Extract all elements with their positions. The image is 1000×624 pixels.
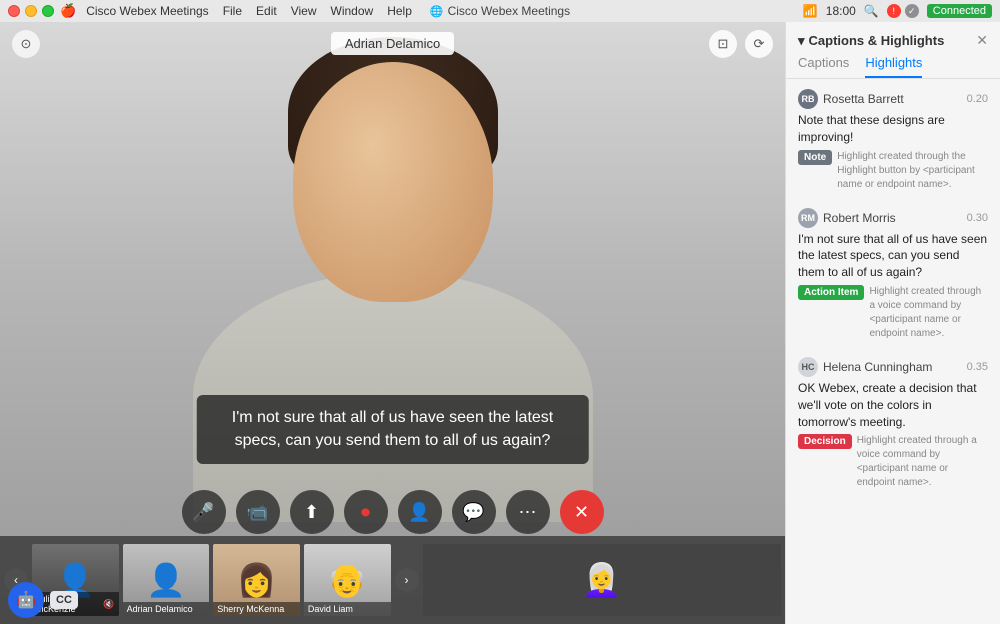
tag-row-rosetta: Note Highlight created through the Highl…: [798, 150, 988, 192]
share-button[interactable]: ⬆: [290, 490, 334, 534]
video-area: ⊙ Adrian Delamico ⊡ ⟳ I'm not sure that …: [0, 22, 785, 624]
menu-bar: Cisco Webex Meetings File Edit View Wind…: [86, 4, 412, 18]
more-button[interactable]: ⋯: [506, 490, 550, 534]
tag-row-robert: Action Item Highlight created through a …: [798, 285, 988, 341]
clock: 18:00: [826, 4, 856, 18]
desc-rosetta: Highlight created through the Highlight …: [837, 150, 988, 192]
video-toolbar-top: ⊙ Adrian Delamico ⊡ ⟳: [0, 32, 785, 55]
webex-assistant-icon[interactable]: 🤖: [8, 582, 44, 618]
desc-robert: Highlight created through a voice comman…: [869, 285, 988, 341]
closed-captions-button[interactable]: CC: [50, 591, 78, 609]
thumbnail-sherry[interactable]: 👩 Sherry McKenna: [213, 544, 300, 616]
control-icons: ! ✓: [887, 4, 919, 18]
top-right-icons: ⊡ ⟳: [709, 30, 773, 58]
title-bar: 🍎 Cisco Webex Meetings File Edit View Wi…: [0, 0, 1000, 22]
avatar-robert: RM: [798, 208, 818, 228]
quote-helena: OK Webex, create a decision that we'll v…: [798, 380, 988, 430]
sidebar: ▾ Captions & Highlights ✕ Captions Highl…: [785, 22, 1000, 624]
name-robert: Robert Morris: [823, 211, 967, 225]
main-container: ⊙ Adrian Delamico ⊡ ⟳ I'm not sure that …: [0, 22, 1000, 624]
name-rosetta: Rosetta Barrett: [823, 92, 967, 106]
entry-header-robert: RM Robert Morris 0.30: [798, 208, 988, 228]
apple-icon: 🍎: [60, 3, 76, 19]
tag-note: Note: [798, 150, 832, 165]
highlight-entry-rosetta: RB Rosetta Barrett 0.20 Note that these …: [798, 89, 988, 192]
thumbnail-david[interactable]: 👴 David Liam: [304, 544, 391, 616]
time-robert: 0.30: [967, 212, 988, 224]
highlight-entry-helena: HC Helena Cunningham 0.35 OK Webex, crea…: [798, 357, 988, 490]
minimize-window-button[interactable]: [25, 5, 37, 17]
sidebar-tabs: Captions Highlights: [786, 49, 1000, 79]
menu-help[interactable]: Help: [387, 4, 412, 18]
thumbnail-strip: ‹ 👤 Julian McKenzie 🔇 👤 Adrian Delamico: [0, 536, 785, 624]
highlight-entry-robert: RM Robert Morris 0.30 I'm not sure that …: [798, 208, 988, 341]
sidebar-title: ▾ Captions & Highlights: [798, 33, 944, 49]
thumbnail-label-adrian: Adrian Delamico: [123, 602, 210, 616]
speaker-name-label: Adrian Delamico: [331, 32, 454, 55]
mute-button[interactable]: 🎤: [182, 490, 226, 534]
name-helena: Helena Cunningham: [823, 360, 967, 374]
pip-icon[interactable]: ⊡: [709, 30, 737, 58]
record-button[interactable]: ⏺: [344, 490, 388, 534]
tag-action: Action Item: [798, 285, 864, 300]
subtitle-text: I'm not sure that all of us have seen th…: [196, 395, 589, 464]
wifi-icon: 📶: [803, 4, 818, 18]
next-thumbnail-button[interactable]: ›: [395, 568, 419, 592]
chevron-icon: ▾: [798, 33, 805, 49]
sidebar-close-button[interactable]: ✕: [976, 32, 988, 49]
traffic-lights: [8, 5, 54, 17]
connected-status: Connected: [927, 4, 992, 18]
tab-captions[interactable]: Captions: [798, 55, 849, 78]
notification-icon: !: [887, 4, 901, 18]
link-icon[interactable]: ⟳: [745, 30, 773, 58]
entry-header-helena: HC Helena Cunningham 0.35: [798, 357, 988, 377]
menu-view[interactable]: View: [291, 4, 317, 18]
camera-button[interactable]: 📹: [236, 490, 280, 534]
main-video: ⊙ Adrian Delamico ⊡ ⟳ I'm not sure that …: [0, 22, 785, 624]
avatar-rosetta: RB: [798, 89, 818, 109]
thumbnail-extra[interactable]: 👩‍🦳: [423, 544, 782, 616]
thumbnail-label-david: David Liam: [304, 602, 391, 616]
close-window-button[interactable]: [8, 5, 20, 17]
video-options-icon[interactable]: ⊙: [12, 30, 40, 58]
maximize-window-button[interactable]: [42, 5, 54, 17]
menu-app[interactable]: Cisco Webex Meetings: [86, 4, 209, 18]
desc-helena: Highlight created through a voice comman…: [857, 434, 988, 490]
end-call-button[interactable]: ✕: [560, 490, 604, 534]
quote-robert: I'm not sure that all of us have seen th…: [798, 231, 988, 281]
quote-rosetta: Note that these designs are improving!: [798, 112, 988, 146]
time-rosetta: 0.20: [967, 93, 988, 105]
chat-button[interactable]: 💬: [452, 490, 496, 534]
sidebar-content: RB Rosetta Barrett 0.20 Note that these …: [786, 79, 1000, 624]
sidebar-header: ▾ Captions & Highlights ✕: [786, 22, 1000, 49]
entry-header-rosetta: RB Rosetta Barrett 0.20: [798, 89, 988, 109]
tag-row-helena: Decision Highlight created through a voi…: [798, 434, 988, 490]
title-bar-right: 📶 18:00 🔍 ! ✓ Connected: [803, 4, 992, 18]
window-title: 🌐 Cisco Webex Meetings: [430, 4, 570, 18]
menu-edit[interactable]: Edit: [256, 4, 277, 18]
title-bar-left: 🍎 Cisco Webex Meetings File Edit View Wi…: [8, 3, 412, 19]
search-icon[interactable]: 🔍: [864, 4, 879, 18]
thumbnail-label-sherry: Sherry McKenna: [213, 602, 300, 616]
time-helena: 0.35: [967, 361, 988, 373]
avatar-helena: HC: [798, 357, 818, 377]
menu-window[interactable]: Window: [331, 4, 374, 18]
person-head: [293, 62, 493, 302]
setting-icon: ✓: [905, 4, 919, 18]
tag-decision: Decision: [798, 434, 852, 449]
tab-highlights[interactable]: Highlights: [865, 55, 922, 78]
thumbnail-adrian[interactable]: 👤 Adrian Delamico: [123, 544, 210, 616]
participants-button[interactable]: 👤: [398, 490, 442, 534]
menu-file[interactable]: File: [223, 4, 242, 18]
controls-bar: 🎤 📹 ⬆ ⏺ 👤 💬 ⋯ ✕: [182, 490, 604, 534]
bottom-tray: 🤖 CC: [0, 576, 86, 624]
